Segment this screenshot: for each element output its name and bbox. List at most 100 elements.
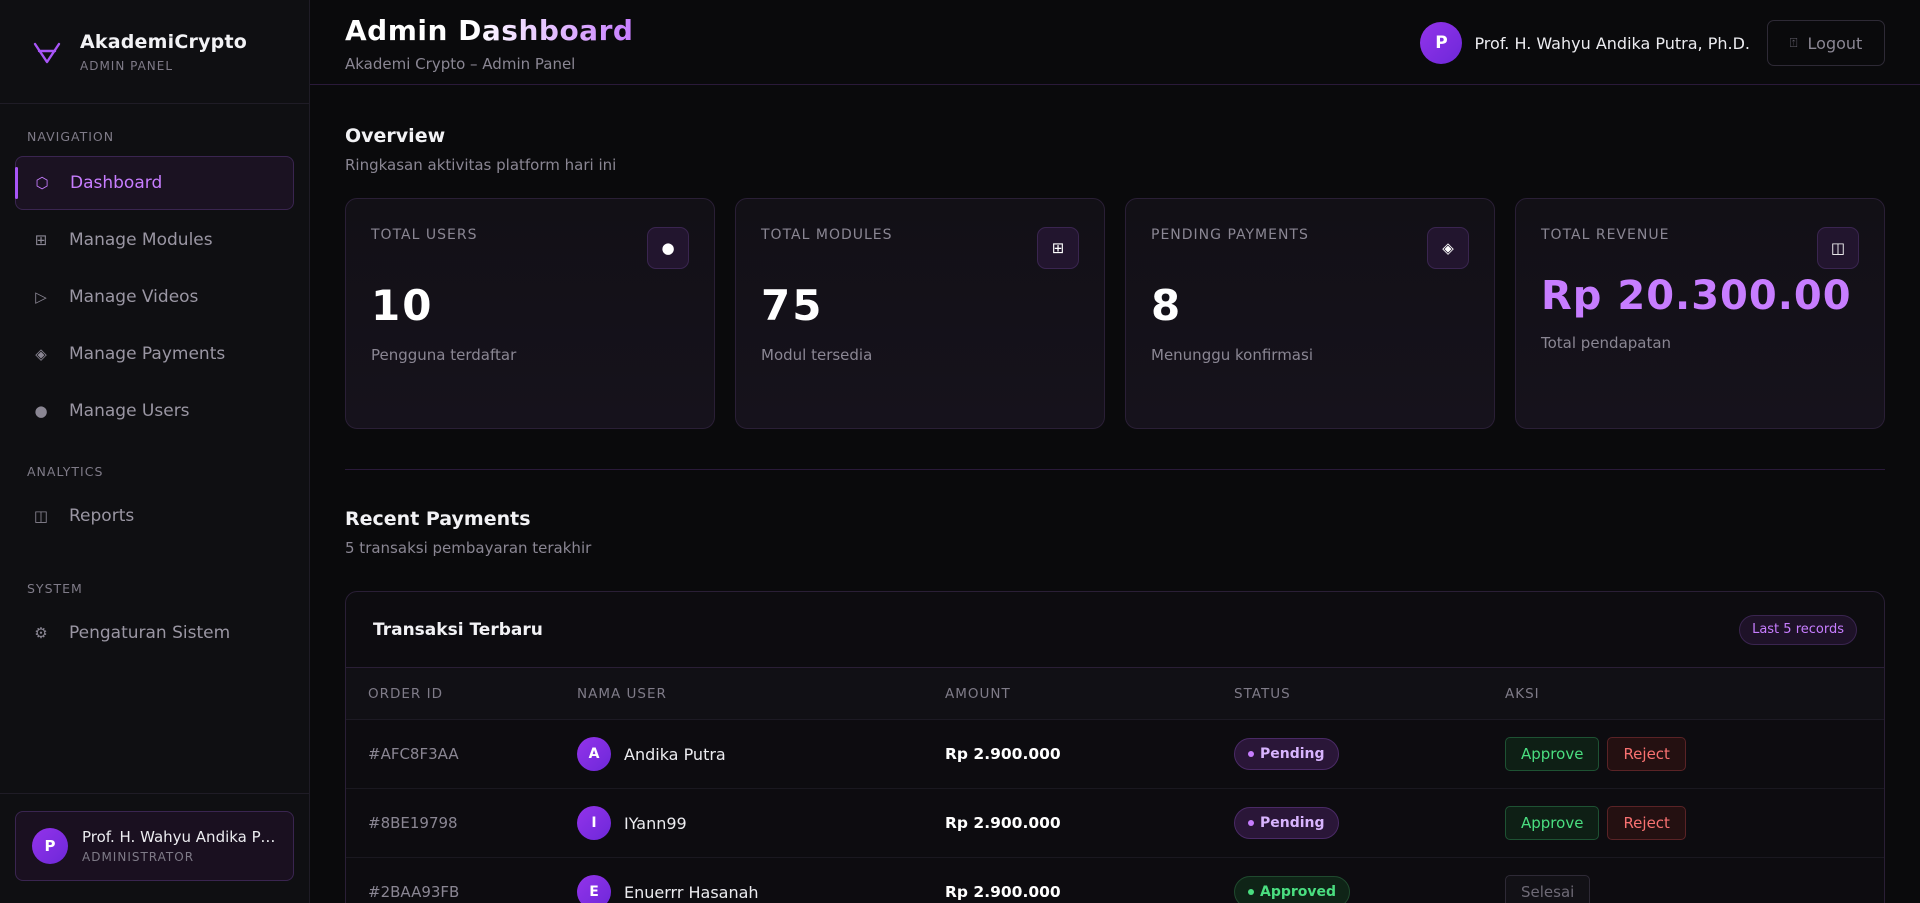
status-badge: Approved	[1234, 876, 1351, 903]
topbar-user-area: P Prof. H. Wahyu Andika Putra, Ph.D. ⍐ L…	[1420, 20, 1885, 66]
sidebar-item-label: Pengaturan Sistem	[69, 623, 231, 643]
sidebar-item-reports[interactable]: ◫ Reports	[15, 489, 294, 543]
sidebar-item-label: Manage Payments	[69, 344, 226, 364]
avatar: I	[577, 806, 611, 840]
overview-title: Overview	[345, 125, 446, 147]
done-button: Selesai	[1505, 875, 1591, 903]
logout-icon: ⍐	[1789, 35, 1798, 51]
stat-card-total-users: TOTAL USERS ● 10 Pengguna terdaftar	[345, 198, 715, 429]
table-row: #2BAA93FB E Enuerrr Hasanah Rp 2.900.000…	[346, 858, 1884, 903]
stat-card-value: Rp 20.300.00	[1541, 273, 1852, 319]
sidebar-user-card[interactable]: P Prof. H. Wahyu Andika Pu... ADMINISTRA…	[15, 811, 294, 881]
stat-card-label: PENDING PAYMENTS	[1151, 227, 1309, 243]
sidebar: AkademiCrypto ADMIN PANEL NAVIGATION ⬡ D…	[0, 0, 310, 903]
recent-payments-subtitle: 5 transaksi pembayaran terakhir	[345, 539, 592, 557]
circle-icon: ●	[34, 402, 48, 420]
stat-card-value: 75	[761, 281, 824, 330]
stat-card-total-revenue: TOTAL REVENUE ◫ Rp 20.300.00 Total penda…	[1515, 198, 1885, 429]
overview-header: Overview Ringkasan aktivitas platform ha…	[345, 85, 1885, 174]
sidebar-item-label: Reports	[69, 506, 135, 526]
logout-button[interactable]: ⍐ Logout	[1767, 20, 1885, 66]
sidebar-item-manage-videos[interactable]: ▷ Manage Videos	[15, 270, 294, 324]
sidebar-item-manage-users[interactable]: ● Manage Users	[15, 384, 294, 438]
sidebar-item-label: Manage Videos	[69, 287, 199, 307]
content-area: Overview Ringkasan aktivitas platform ha…	[310, 85, 1920, 903]
stat-card-label: TOTAL MODULES	[761, 227, 893, 243]
sidebar-user-role: ADMINISTRATOR	[82, 850, 195, 864]
nav-section-system: SYSTEM	[27, 581, 83, 596]
user-name: IYann99	[624, 813, 687, 833]
table-row: #AFC8F3AA A Andika Putra Rp 2.900.000 Pe…	[346, 720, 1884, 789]
status-badge: Pending	[1234, 738, 1339, 770]
stat-cards: TOTAL USERS ● 10 Pengguna terdaftar TOTA…	[345, 198, 1885, 429]
stat-card-note: Modul tersedia	[761, 346, 873, 364]
nav-list-main: ⬡ Dashboard ⊞ Manage Modules ▷ Manage Vi…	[0, 156, 309, 438]
sidebar-item-dashboard[interactable]: ⬡ Dashboard	[15, 156, 294, 210]
topbar-user-name: Prof. H. Wahyu Andika Putra, Ph.D.	[1474, 33, 1750, 53]
recent-payments-header: Recent Payments 5 transaksi pembayaran t…	[345, 470, 1885, 557]
overview-subtitle: Ringkasan aktivitas platform hari ini	[345, 156, 617, 174]
stat-card-label: TOTAL USERS	[371, 227, 478, 243]
avatar: P	[32, 828, 68, 864]
nav-list-system: ⚙ Pengaturan Sistem	[0, 606, 309, 660]
status-badge: Pending	[1234, 807, 1339, 839]
stat-card-note: Pengguna terdaftar	[371, 346, 517, 364]
approve-button[interactable]: Approve	[1505, 806, 1600, 840]
stat-card-total-modules: TOTAL MODULES ⊞ 75 Modul tersedia	[735, 198, 1105, 429]
sidebar-user-name: Prof. H. Wahyu Andika Pu...	[82, 828, 277, 846]
users-icon: ●	[647, 227, 689, 269]
columns-icon: ◫	[33, 507, 49, 525]
logo-icon	[33, 42, 61, 63]
sidebar-item-manage-modules[interactable]: ⊞ Manage Modules	[15, 213, 294, 267]
page-subtitle: Akademi Crypto – Admin Panel	[345, 55, 576, 73]
hexagon-icon: ⬡	[35, 174, 49, 192]
column-header-amount: AMOUNT	[945, 685, 1011, 702]
sidebar-item-pengaturan-sistem[interactable]: ⚙ Pengaturan Sistem	[15, 606, 294, 660]
order-id: #8BE19798	[368, 814, 458, 832]
payments-table: Transaksi Terbaru Last 5 records ORDER I…	[345, 591, 1885, 903]
play-icon: ▷	[35, 288, 47, 306]
avatar: A	[577, 737, 611, 771]
order-id: #2BAA93FB	[368, 883, 460, 901]
gear-icon: ⚙	[34, 624, 48, 642]
column-header-order-id: ORDER ID	[368, 685, 443, 702]
diamond-icon: ◈	[35, 345, 47, 363]
stat-card-value: 10	[371, 281, 434, 330]
logout-label: Logout	[1807, 33, 1863, 53]
nav-section-analytics: ANALYTICS	[27, 464, 104, 479]
recent-payments-title: Recent Payments	[345, 508, 531, 530]
stat-card-note: Total pendapatan	[1541, 334, 1672, 352]
diamond-icon: ◈	[1427, 227, 1469, 269]
avatar[interactable]: P	[1420, 22, 1463, 64]
approve-button[interactable]: Approve	[1505, 737, 1600, 771]
user-name: Andika Putra	[624, 744, 726, 764]
sidebar-item-label: Manage Users	[69, 401, 190, 421]
column-header-status: STATUS	[1234, 685, 1291, 702]
table-column-headers: ORDER ID NAMA USER AMOUNT STATUS AKSI	[346, 668, 1884, 720]
reject-button[interactable]: Reject	[1607, 806, 1686, 840]
table-header-bar: Transaksi Terbaru Last 5 records	[346, 592, 1884, 668]
nav-list-analytics: ◫ Reports	[0, 489, 309, 543]
column-header-nama-user: NAMA USER	[577, 685, 667, 702]
nav-section-navigation: NAVIGATION	[27, 129, 115, 144]
amount: Rp 2.900.000	[945, 814, 1061, 832]
brand-subtitle: ADMIN PANEL	[80, 58, 174, 73]
column-header-aksi: AKSI	[1505, 685, 1540, 702]
stat-card-note: Menunggu konfirmasi	[1151, 346, 1313, 364]
brand[interactable]: AkademiCrypto ADMIN PANEL	[0, 0, 309, 104]
sidebar-item-label: Dashboard	[70, 173, 163, 193]
topbar: Admin Dashboard Akademi Crypto – Admin P…	[310, 0, 1920, 85]
sidebar-item-manage-payments[interactable]: ◈ Manage Payments	[15, 327, 294, 381]
stat-card-label: TOTAL REVENUE	[1541, 227, 1670, 243]
stat-card-pending-payments: PENDING PAYMENTS ◈ 8 Menunggu konfirmasi	[1125, 198, 1495, 429]
sidebar-footer: P Prof. H. Wahyu Andika Pu... ADMINISTRA…	[0, 793, 309, 903]
records-badge: Last 5 records	[1739, 614, 1857, 645]
page-title: Admin Dashboard	[345, 14, 634, 47]
order-id: #AFC8F3AA	[368, 745, 459, 763]
amount: Rp 2.900.000	[945, 745, 1061, 763]
reject-button[interactable]: Reject	[1607, 737, 1686, 771]
main-content: Admin Dashboard Akademi Crypto – Admin P…	[310, 0, 1920, 903]
stat-card-value: 8	[1151, 281, 1183, 330]
grid-icon: ⊞	[1037, 227, 1079, 269]
avatar: E	[577, 875, 611, 903]
